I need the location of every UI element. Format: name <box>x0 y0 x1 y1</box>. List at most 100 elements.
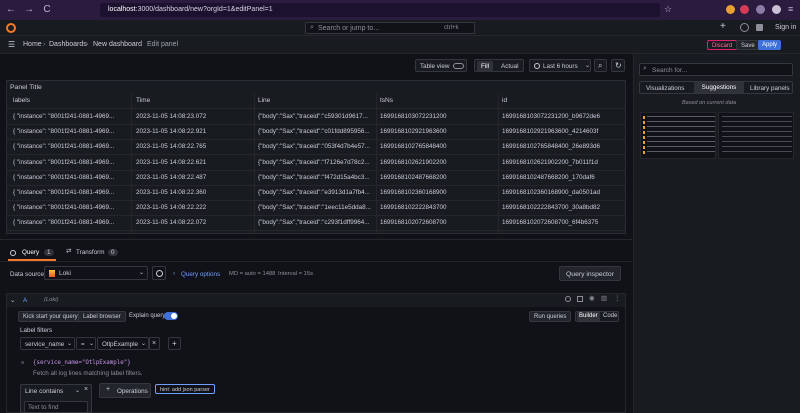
explain-text: Fetch all log lines matching label filte… <box>33 370 143 377</box>
time-range-picker[interactable]: Last 6 hours ⌄ <box>529 59 591 72</box>
tab-suggestions[interactable]: Suggestions <box>694 82 744 93</box>
viz-search-input[interactable]: ⌕ Search for... <box>639 63 793 76</box>
query-letter[interactable]: A <box>23 297 27 304</box>
remove-filter-button[interactable]: × <box>149 337 160 350</box>
help-icon[interactable] <box>565 296 571 302</box>
delete-icon[interactable]: ▥ <box>601 295 607 302</box>
breadcrumb-dashboards[interactable]: Dashboards <box>49 41 87 48</box>
drag-handle-icon[interactable]: ⋮ <box>614 295 620 302</box>
label-value-select[interactable]: OtlpExample ⌄ <box>97 337 149 350</box>
data-source-picker[interactable]: Loki ⌄ <box>44 266 148 280</box>
cell-labels: { "instance": "8001f241-0881-4969... <box>13 204 115 212</box>
cell-labels: { "instance": "8001f241-0881-4969... <box>13 128 115 136</box>
back-icon[interactable]: ← <box>4 3 18 17</box>
cell-line: {"body":"Sax","traceid":"1eec11e5dda8... <box>258 204 371 212</box>
tab-library-panels[interactable]: Library panels <box>750 85 790 92</box>
duplicate-icon[interactable] <box>577 296 583 302</box>
zoom-out-button[interactable]: ⌕ <box>594 59 607 72</box>
line-contains-operation: Line contains ⌄ × Text to find <box>20 384 92 413</box>
reload-icon[interactable]: C <box>40 3 54 17</box>
breadcrumb-home[interactable]: Home <box>23 41 42 48</box>
menu-icon[interactable]: ≡ <box>788 4 793 14</box>
suggestion-logs-thumbnail[interactable] <box>640 112 716 159</box>
run-queries-button[interactable]: Run queries <box>529 311 572 322</box>
label-key-select[interactable]: service_name ⌄ <box>20 337 75 350</box>
operations-label: Operations <box>117 388 148 395</box>
suggestions-subtitle: Based on current data <box>682 100 737 106</box>
text-to-find-placeholder: Text to find <box>28 404 59 411</box>
search-icon: ⌕ <box>643 65 647 72</box>
transform-count-badge: 0 <box>108 249 118 256</box>
fill-option[interactable]: Fill <box>477 61 494 72</box>
hint-add-json-parser[interactable]: hint: add json parser <box>155 384 215 394</box>
suggestion-table-thumbnail[interactable] <box>718 112 794 159</box>
forward-icon[interactable]: → <box>22 3 36 17</box>
code-option[interactable]: Code <box>603 313 617 319</box>
dock-menu-icon[interactable]: ☰ <box>8 40 15 49</box>
query-options-toggle[interactable]: Query options <box>181 271 220 278</box>
column-header-id[interactable]: id <box>502 97 507 104</box>
extension-icon[interactable] <box>772 5 781 14</box>
builder-code-toggle: Builder Code <box>575 311 619 322</box>
table-view-toggle[interactable]: Table view <box>415 59 467 72</box>
toggle-switch-icon <box>453 63 464 69</box>
tab-visualizations[interactable]: Visualizations <box>646 85 684 92</box>
cell-labels: { "instance": "8001f241-0881-4969... <box>13 219 115 227</box>
label-value: OtlpExample <box>102 341 139 348</box>
log-level-bar <box>643 116 645 156</box>
add-operation-button[interactable]: + Operations <box>99 383 151 398</box>
address-bar[interactable]: localhost:3000/dashboard/new?orgId=1&edi… <box>100 3 660 17</box>
chevron-down-icon: ⌄ <box>67 341 73 347</box>
hide-icon[interactable]: ◉ <box>589 295 595 302</box>
rss-icon[interactable] <box>756 24 763 31</box>
grafana-logo-icon[interactable] <box>6 23 16 33</box>
bookmark-star-icon[interactable]: ☆ <box>664 4 672 15</box>
label-browser-button[interactable]: Label browser <box>78 311 126 322</box>
query-preview: {service_name="OtlpExample"} <box>33 360 131 366</box>
apply-button[interactable]: Apply <box>758 40 782 50</box>
chevron-down-icon[interactable]: ⌄ <box>75 387 80 394</box>
breadcrumb-new-dashboard[interactable]: New dashboard <box>93 41 142 48</box>
label-operator-select[interactable]: = ⌄ <box>76 337 96 350</box>
clock-icon <box>534 63 540 69</box>
data-source-name: Loki <box>59 270 71 277</box>
tab-query[interactable]: Query <box>22 249 39 256</box>
cell-labels: { "instance": "8001f241-0881-4969... <box>13 143 115 151</box>
zoom-out-icon: ⌕ <box>598 61 603 70</box>
interval-value: Interval = 15s <box>278 271 313 277</box>
cell-tsns: 1699168102360168900 <box>380 189 447 196</box>
save-button[interactable]: Save <box>736 40 760 50</box>
extension-icon[interactable] <box>740 5 749 14</box>
cell-time: 2023-11-05 14:08:22.621 <box>136 158 207 166</box>
close-icon[interactable]: × <box>84 386 88 393</box>
refresh-button[interactable]: ↻ <box>611 59 625 72</box>
datasource-help-button[interactable] <box>152 266 166 280</box>
extension-icon[interactable] <box>726 5 735 14</box>
tab-transform[interactable]: Transform <box>76 249 104 256</box>
add-icon[interactable]: + <box>720 21 726 32</box>
plus-icon: + <box>172 339 177 348</box>
column-header-line[interactable]: Line <box>258 97 270 104</box>
query-inspector-button[interactable]: Query inspector <box>559 266 621 281</box>
cell-tsns: 1699168103072231200 <box>380 113 447 120</box>
collapse-icon[interactable]: ⌄ <box>10 297 15 304</box>
column-header-tsns[interactable]: tsNs <box>380 97 393 104</box>
builder-option[interactable]: Builder <box>577 312 600 321</box>
column-header-labels[interactable]: labels <box>13 97 30 104</box>
label-filters-heading: Label filters <box>20 327 53 334</box>
extension-icon[interactable] <box>756 5 765 14</box>
text-to-find-input[interactable]: Text to find <box>24 401 88 413</box>
actual-option[interactable]: Actual <box>501 63 519 70</box>
pane-resize-handle[interactable] <box>0 239 632 240</box>
loki-logo-icon <box>49 270 55 277</box>
column-header-time[interactable]: Time <box>136 97 150 104</box>
discard-button[interactable]: Discard <box>707 40 738 50</box>
kick-start-button[interactable]: Kick start your query <box>18 311 83 322</box>
add-filter-button[interactable]: + <box>168 337 181 350</box>
chevron-right-icon: › <box>173 270 176 277</box>
sign-in-link[interactable]: Sign in <box>775 24 796 31</box>
breadcrumb-separator: › <box>43 41 46 48</box>
plus-icon: + <box>106 386 111 393</box>
search-box[interactable]: ⌕ Search or jump to... ctrl+k <box>305 22 475 34</box>
help-icon[interactable] <box>740 23 749 32</box>
